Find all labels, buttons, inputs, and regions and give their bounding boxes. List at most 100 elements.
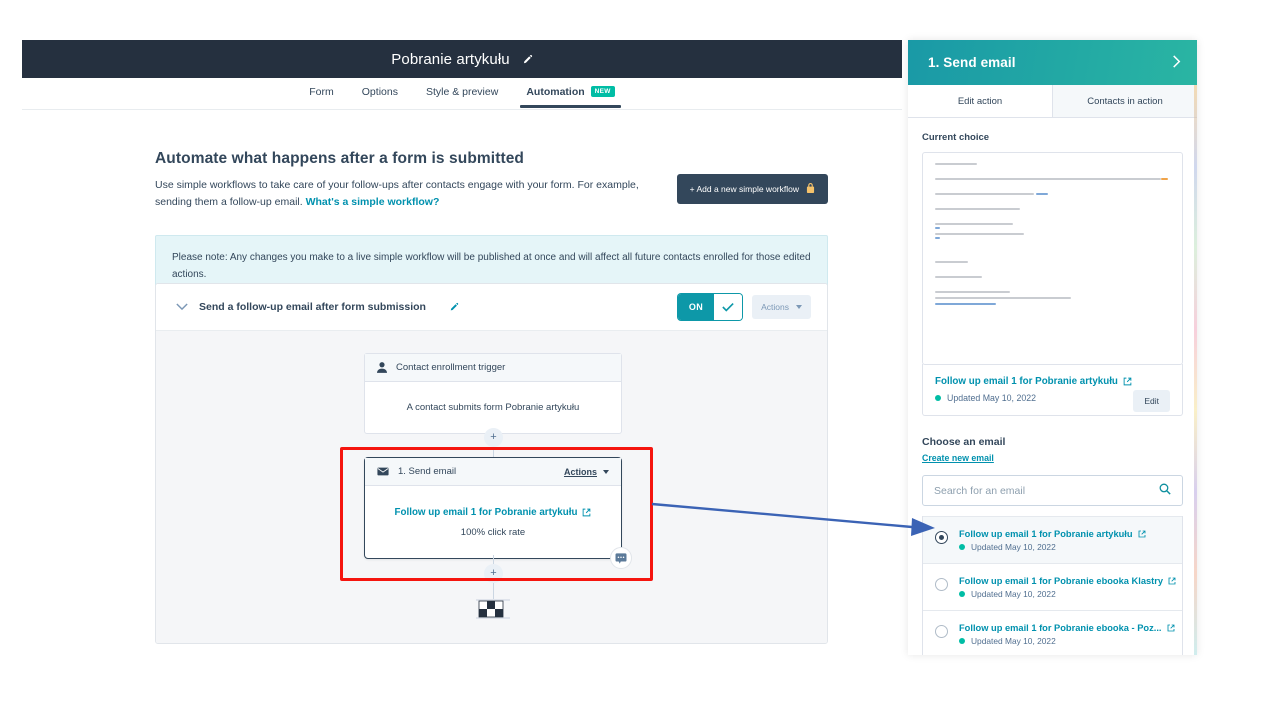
email-option-name: Follow up email 1 for Pobranie ebooka - … [959, 623, 1162, 633]
annotation-blue-arrow [651, 502, 935, 536]
status-dot-icon [959, 544, 965, 550]
edit-action-panel: 1. Send email Edit action Contacts in ac… [908, 40, 1197, 655]
workflow-title: Send a follow-up email after form submis… [199, 301, 426, 313]
intro-block: Automate what happens after a form is su… [155, 150, 828, 211]
tab-label: Options [361, 86, 398, 98]
trigger-node-header: Contact enrollment trigger [365, 354, 621, 382]
panel-tabs: Edit action Contacts in action [908, 85, 1197, 118]
form-tabs: Form Options Style & preview Automation … [22, 78, 902, 110]
email-preview-thumbnail [922, 152, 1183, 365]
workflow-actions-button[interactable]: Actions [752, 295, 811, 319]
envelope-icon [377, 467, 389, 476]
pencil-icon[interactable] [449, 302, 459, 312]
tab-automation[interactable]: Automation NEW [512, 80, 628, 108]
panel-tab-edit-action[interactable]: Edit action [908, 85, 1053, 117]
tab-label: Form [309, 86, 334, 98]
email-option-name: Follow up email 1 for Pobranie artykułu [959, 529, 1133, 539]
updated-label: Updated May 10, 2022 [971, 542, 1056, 552]
create-new-email-link[interactable]: Create new email [922, 453, 994, 463]
chevron-down-icon [603, 469, 609, 474]
choose-email-heading: Choose an email [922, 436, 1006, 448]
choose-email-section: Choose an email Create new email Follow … [922, 436, 1183, 655]
toggle-on-label: ON [677, 294, 715, 320]
form-header-bar: Pobranie artykułu [22, 40, 902, 78]
panel-title: 1. Send email [928, 55, 1016, 70]
checkered-flag-icon [476, 597, 510, 626]
radio-button[interactable] [935, 578, 948, 591]
search-email-box[interactable] [922, 475, 1183, 506]
email-option-link[interactable]: Follow up email 1 for Pobranie ebooka Kl… [959, 576, 1176, 586]
panel-scrollbar[interactable] [1194, 85, 1197, 655]
workflow-toggle[interactable]: ON [677, 294, 743, 320]
email-option-link[interactable]: Follow up email 1 for Pobranie artykułu [959, 529, 1146, 539]
tab-style-preview[interactable]: Style & preview [412, 80, 512, 107]
panel-tab-contacts-in-action[interactable]: Contacts in action [1053, 85, 1197, 117]
email-node-body: Follow up email 1 for Pobranie artykułu … [365, 486, 621, 558]
email-node-header-left: 1. Send email [377, 466, 456, 477]
current-email-card: Follow up email 1 for Pobranie artykułu … [922, 364, 1183, 416]
simple-workflow-link[interactable]: What's a simple workflow? [306, 196, 440, 208]
contact-enrollment-trigger-node[interactable]: Contact enrollment trigger A contact sub… [364, 353, 622, 434]
add-step-button[interactable]: + [484, 564, 503, 583]
search-icon[interactable] [1159, 483, 1171, 498]
tab-label: Style & preview [425, 86, 499, 98]
subtext-line1: Use simple workflows to take care of you… [155, 179, 639, 191]
list-item[interactable]: Follow up email 1 for Pobranie artykułu … [923, 516, 1182, 563]
list-item[interactable]: Follow up email 1 for Pobranie ebooka - … [923, 610, 1182, 655]
external-link-icon [582, 508, 591, 517]
updated-label: Updated May 10, 2022 [947, 393, 1037, 403]
email-node-header: 1. Send email Actions [365, 458, 621, 486]
external-link-icon [1167, 624, 1175, 632]
workflow-header-controls: ON Actions [677, 294, 811, 320]
send-email-step-node[interactable]: 1. Send email Actions Follow up email 1 … [364, 457, 632, 569]
edit-email-button[interactable]: Edit [1133, 390, 1170, 412]
click-rate-text: 100% click rate [460, 527, 526, 538]
status-dot-icon [959, 591, 965, 597]
trigger-node-body: A contact submits form Pobranie artykułu [406, 402, 580, 413]
add-workflow-label: + Add a new simple workflow [689, 184, 799, 194]
add-step-button[interactable]: + [484, 428, 503, 447]
status-dot-icon [935, 395, 941, 401]
email-option-updated: Updated May 10, 2022 [959, 589, 1174, 599]
tab-options[interactable]: Options [348, 80, 412, 107]
updated-label: Updated May 10, 2022 [971, 636, 1056, 646]
email-node-actions[interactable]: Actions [564, 467, 609, 477]
add-simple-workflow-button[interactable]: + Add a new simple workflow [676, 174, 828, 204]
list-item-content: Follow up email 1 for Pobranie ebooka Kl… [959, 576, 1176, 599]
new-badge: NEW [590, 85, 615, 97]
panel-header: 1. Send email [908, 40, 1197, 85]
automation-content: Automate what happens after a form is su… [155, 150, 828, 644]
actions-label: Actions [761, 302, 789, 312]
radio-button[interactable] [935, 625, 948, 638]
current-email-name: Follow up email 1 for Pobranie artykułu [935, 376, 1118, 387]
chevron-down-icon[interactable] [176, 303, 188, 311]
tab-form[interactable]: Form [295, 80, 348, 107]
section-subtext: Use simple workflows to take care of you… [155, 177, 645, 211]
email-option-updated: Updated May 10, 2022 [959, 542, 1146, 552]
section-heading: Automate what happens after a form is su… [155, 150, 525, 167]
email-option-link[interactable]: Follow up email 1 for Pobranie ebooka - … [959, 623, 1174, 633]
pencil-icon[interactable] [522, 54, 533, 65]
current-email-link[interactable]: Follow up email 1 for Pobranie artykułu [935, 376, 1170, 387]
external-link-icon [1168, 577, 1176, 585]
close-icon[interactable] [1170, 54, 1183, 71]
external-link-icon [1138, 530, 1146, 538]
workflow-card: Send a follow-up email after form submis… [155, 283, 828, 644]
current-choice-label: Current choice [922, 132, 990, 143]
panel-tab-label: Edit action [957, 95, 1003, 107]
actions-link-label: Actions [563, 466, 597, 477]
person-icon [377, 362, 387, 373]
email-option-updated: Updated May 10, 2022 [959, 636, 1174, 646]
list-item[interactable]: Follow up email 1 for Pobranie ebooka Kl… [923, 563, 1182, 610]
lock-icon [806, 183, 815, 195]
panel-body: Current choice Follow up email 1 for Pob… [908, 118, 1197, 655]
tab-label: Automation [526, 86, 585, 98]
email-name-link[interactable]: Follow up email 1 for Pobranie artykułu [395, 507, 592, 518]
panel-tab-label: Contacts in action [1087, 95, 1163, 107]
workflow-header: Send a follow-up email after form submis… [156, 284, 827, 331]
search-input[interactable] [934, 484, 1159, 497]
list-item-content: Follow up email 1 for Pobranie artykułu … [959, 529, 1146, 552]
comment-icon[interactable] [610, 547, 632, 569]
list-item-content: Follow up email 1 for Pobranie ebooka - … [959, 623, 1174, 646]
email-node-title: 1. Send email [398, 466, 457, 477]
